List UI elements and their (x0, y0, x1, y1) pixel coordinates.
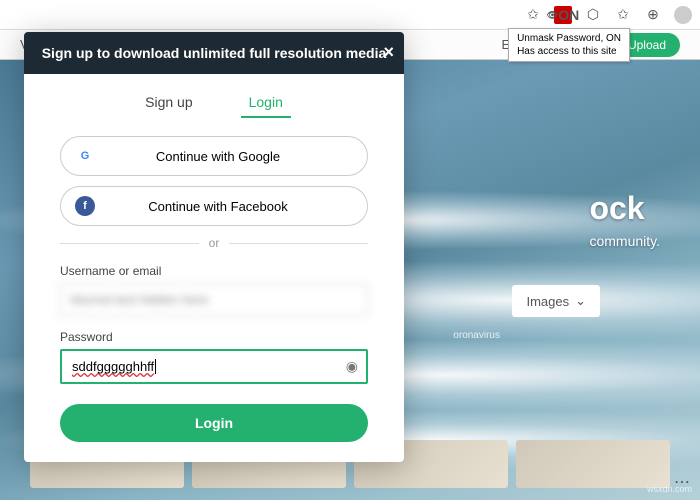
close-icon[interactable]: × (383, 42, 394, 63)
modal-title: Sign up to download unlimited full resol… (42, 45, 387, 61)
login-button[interactable]: Login (60, 404, 368, 442)
more-options-icon[interactable]: ⋯ (674, 472, 690, 492)
toggle-password-visibility-icon[interactable]: ◉ (346, 358, 358, 375)
username-input[interactable]: blurred text hidden here (60, 283, 368, 316)
tab-signup[interactable]: Sign up (137, 88, 200, 118)
password-input[interactable]: sddfggggghhff (60, 349, 368, 384)
username-label: Username or email (60, 264, 368, 278)
continue-with-facebook-button[interactable]: f Continue with Facebook (60, 186, 368, 226)
divider-or: or (60, 236, 368, 250)
favorite-icon[interactable]: ✩ (524, 6, 542, 24)
continue-with-google-button[interactable]: G Continue with Google (60, 136, 368, 176)
google-icon: G (75, 146, 95, 166)
extensions-icon[interactable]: ⬡ (584, 6, 602, 24)
collections-icon[interactable]: ⊕ (644, 6, 662, 24)
extension-tooltip: Unmask Password, ON Has access to this s… (508, 28, 630, 62)
profile-icon[interactable] (674, 6, 692, 24)
browser-toolbar: ✩ ON ⬡ ✩ ⊕ (0, 0, 700, 30)
unmask-password-extension-icon[interactable]: ON (554, 6, 572, 24)
tooltip-title: Unmask Password, ON (517, 32, 621, 45)
tooltip-subtitle: Has access to this site (517, 45, 621, 58)
auth-modal: Sign up to download unlimited full resol… (24, 32, 404, 462)
favorites-bar-icon[interactable]: ✩ (614, 6, 632, 24)
modal-overlay: Sign up to download unlimited full resol… (0, 30, 700, 500)
tab-login[interactable]: Login (241, 88, 291, 118)
modal-header: Sign up to download unlimited full resol… (24, 32, 404, 74)
auth-tabs: Sign up Login (60, 88, 368, 118)
password-label: Password (60, 330, 368, 344)
facebook-icon: f (75, 196, 95, 216)
